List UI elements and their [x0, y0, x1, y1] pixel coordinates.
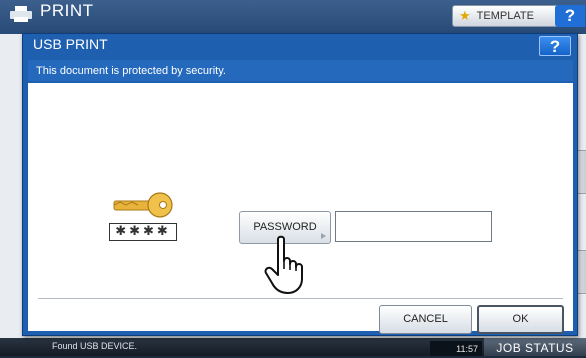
security-message: This document is protected by security. [28, 60, 573, 81]
printer-icon [10, 6, 32, 22]
pointing-hand-icon [264, 235, 303, 294]
arrow-indicator-icon [321, 233, 326, 239]
job-status-button[interactable]: JOB STATUS [484, 338, 586, 356]
cancel-button[interactable]: CANCEL [379, 305, 472, 334]
template-label: TEMPLATE [476, 10, 534, 22]
star-icon: ★ [459, 8, 471, 23]
status-message: Found USB DEVICE. [52, 341, 138, 351]
key-password-illustration: ✱✱✱✱ [109, 191, 177, 247]
dialog-help-button[interactable]: ? [539, 36, 571, 56]
template-button[interactable]: ★ TEMPLATE [452, 5, 562, 27]
password-button-label: PASSWORD [253, 221, 317, 233]
password-input[interactable] [335, 211, 492, 242]
ok-button[interactable]: OK [477, 305, 564, 334]
dialog-title: USB PRINT [33, 36, 108, 52]
app-title: PRINT [40, 1, 94, 20]
dialog-content: ✱✱✱✱ PASSWORD CANCEL OK [28, 83, 573, 334]
key-icon [113, 192, 173, 218]
clock: 11:57 [430, 341, 482, 356]
masked-password-box: ✱✱✱✱ [109, 223, 177, 241]
divider [38, 298, 563, 299]
usb-print-dialog: USB PRINT ? This document is protected b… [22, 33, 578, 336]
app-help-button[interactable]: ? [555, 5, 585, 27]
